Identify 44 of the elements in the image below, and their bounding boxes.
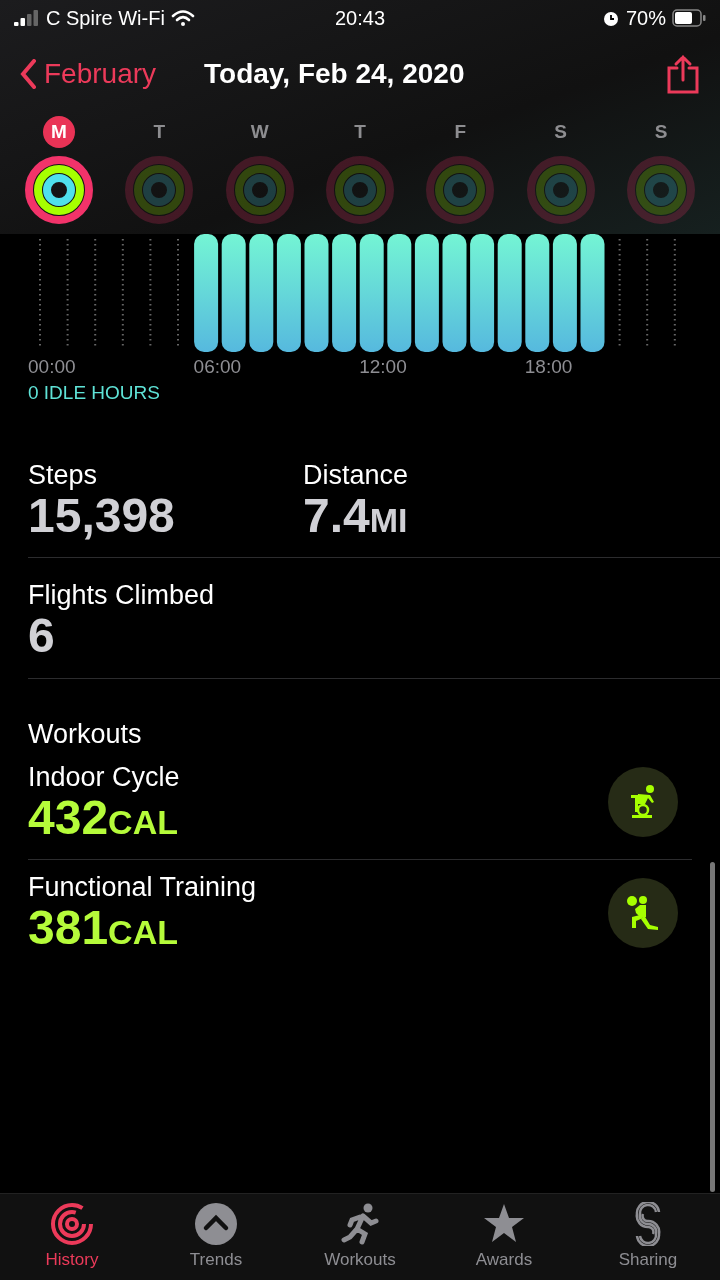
battery-icon xyxy=(672,9,706,27)
day-letter[interactable]: S xyxy=(644,116,677,148)
day-letter[interactable]: W xyxy=(243,116,276,148)
runner-icon xyxy=(338,1202,382,1246)
wifi-icon xyxy=(170,9,195,27)
page-title: Today, Feb 24, 2020 xyxy=(204,58,466,90)
time-label: 06:00 xyxy=(193,356,242,378)
workout-calories: 381CAL xyxy=(28,903,178,954)
day-letter[interactable]: F xyxy=(444,116,477,148)
day-letter[interactable]: T xyxy=(344,116,376,148)
battery-percent: 70% xyxy=(625,6,666,30)
share-icon[interactable] xyxy=(666,54,700,94)
carrier-name: C Spire Wi-Fi xyxy=(46,6,165,30)
stat-value: 15,398 xyxy=(28,491,176,542)
idle-hours-label: 0 IDLE HOURS xyxy=(28,382,161,404)
chevron-up-icon xyxy=(194,1202,238,1246)
time-label: 00:00 xyxy=(28,356,76,378)
rings-icon xyxy=(50,1202,94,1246)
stat-label: Flights Climbed xyxy=(28,580,216,612)
time-label: 18:00 xyxy=(524,356,573,378)
stat-label: Distance xyxy=(303,460,410,491)
tab-bar-item[interactable]: Trends xyxy=(144,1194,288,1280)
signal-icon xyxy=(14,10,40,26)
stat-label: Steps xyxy=(28,460,99,491)
chevron-left-icon xyxy=(20,59,36,89)
day-letter[interactable]: M xyxy=(43,116,75,148)
stat-value: 7.4MI xyxy=(303,491,409,542)
time-label: 12:00 xyxy=(359,356,407,378)
tab-bar-item[interactable]: History xyxy=(0,1194,144,1280)
status-time: 20:43 xyxy=(334,6,386,30)
workout-calories: 432CAL xyxy=(28,792,178,844)
workout-name: Indoor Cycle xyxy=(28,761,181,793)
lunge-icon xyxy=(626,894,660,931)
day-letter[interactable]: S xyxy=(544,116,577,148)
stat-value: 6 xyxy=(28,611,55,662)
tab-bar-item[interactable]: Sharing xyxy=(576,1194,720,1280)
back-button[interactable]: February xyxy=(20,58,157,90)
tab-bar-item[interactable]: Awards xyxy=(432,1194,576,1280)
section-heading: Workouts xyxy=(28,718,143,750)
tab-bar-item[interactable]: Workouts xyxy=(288,1194,432,1280)
activity-rings-icon[interactable] xyxy=(23,154,95,226)
workout-name: Functional Training xyxy=(28,872,258,904)
day-letter[interactable]: T xyxy=(143,116,176,148)
alarm-icon xyxy=(601,9,620,27)
